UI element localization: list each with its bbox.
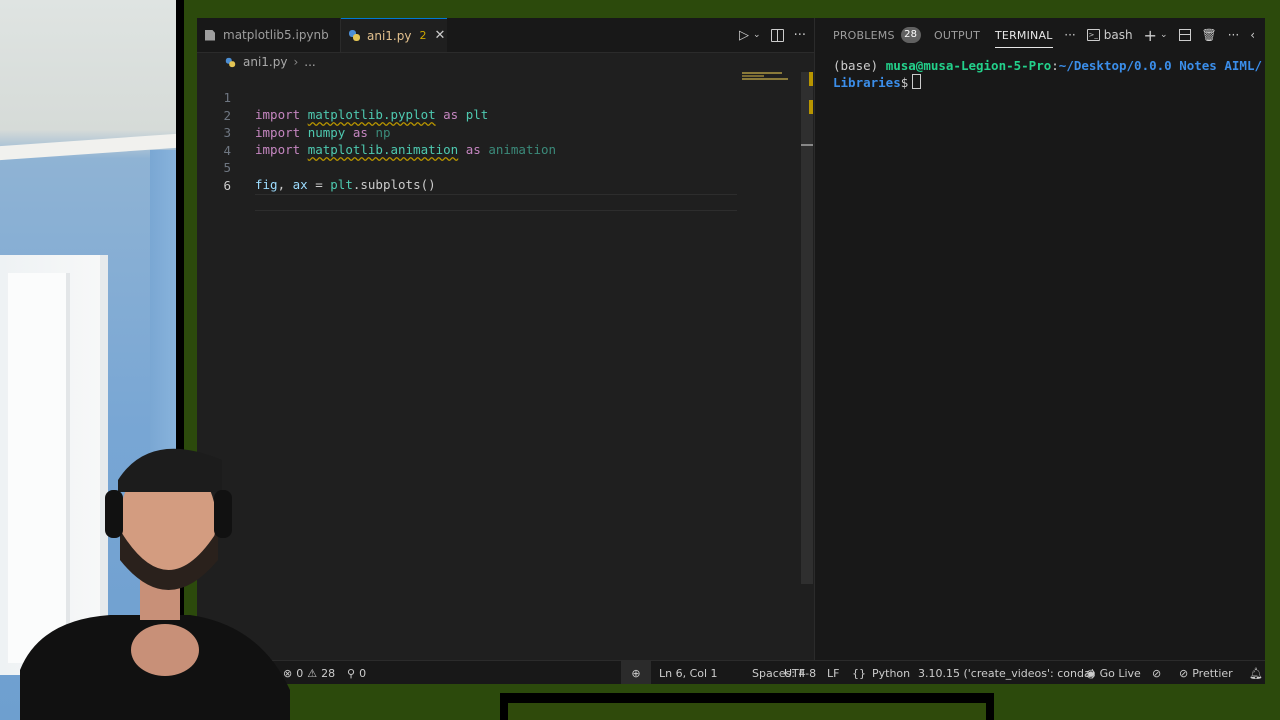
eol-status[interactable]: LF xyxy=(827,661,839,684)
bell-icon: 🔔︎ xyxy=(1249,666,1263,680)
antenna-icon: ⚲ xyxy=(347,666,356,680)
go-live-button[interactable]: ◉ Go Live xyxy=(1086,661,1141,684)
zoom-status[interactable]: ⊕ xyxy=(621,661,651,684)
tab-label: OUTPUT xyxy=(934,28,981,42)
tab-matplotlib5-ipynb[interactable]: matplotlib5.ipynb xyxy=(197,18,341,52)
code-line-current: 6 xyxy=(197,160,757,211)
zoom-icon: ⊕ xyxy=(631,666,641,680)
shell-name: bash xyxy=(1103,28,1133,42)
terminal-cursor xyxy=(912,74,922,89)
tab-problems[interactable]: PROBLEMS 28 xyxy=(833,18,921,52)
terminal-line: Libraries$ xyxy=(833,74,1263,91)
run-icon[interactable]: ▷ xyxy=(739,28,749,43)
tab-terminal[interactable]: TERMINAL xyxy=(995,18,1053,52)
separator: : xyxy=(1051,58,1059,73)
breadcrumb-more[interactable]: ... xyxy=(304,55,315,69)
prettier-status[interactable]: ⊘ Prettier xyxy=(1179,661,1233,684)
python-file-icon xyxy=(225,57,236,67)
scrollbar-warning-mark xyxy=(809,72,813,86)
breadcrumb-separator-icon: › xyxy=(293,55,299,69)
tab-ani1-py[interactable]: ani1.py 2 ✕ xyxy=(341,18,447,52)
code-line: 1 import matplotlib.pyplot as plt xyxy=(197,72,757,122)
editor-tabbar: matplotlib5.ipynb ani1.py 2 ✕ ▷ ⌄ ··· xyxy=(197,18,814,53)
code-line: 5 fig, ax = plt.subplots() xyxy=(197,142,757,192)
plus-icon[interactable]: + xyxy=(1144,26,1157,45)
terminal-output[interactable]: (base) musa@musa-Legion-5-Pro:~/Desktop/… xyxy=(833,58,1263,91)
warning-count: 28 xyxy=(321,666,336,680)
python-file-icon xyxy=(349,30,360,41)
split-terminal-icon[interactable] xyxy=(1178,29,1191,41)
punctuation: , xyxy=(277,177,293,192)
language-label: Python xyxy=(872,666,911,680)
minimap[interactable] xyxy=(742,72,802,86)
chevron-down-icon[interactable]: ⌄ xyxy=(1160,30,1168,40)
module-alias: plt xyxy=(330,177,353,192)
go-live-label: Go Live xyxy=(1099,666,1141,680)
cursor-position[interactable]: Ln 6, Col 1 xyxy=(659,661,718,684)
python-interpreter[interactable]: 3.10.15 ('create_videos': conda) xyxy=(918,661,1095,684)
variable-ax: ax xyxy=(292,177,308,192)
prettier-icon: ⊘ xyxy=(1179,666,1189,680)
monitor-stand-inner xyxy=(508,703,986,720)
more-actions-icon[interactable]: ··· xyxy=(794,28,806,43)
problems-count-badge: 28 xyxy=(900,27,921,43)
scrollbar-warning-mark xyxy=(809,100,813,114)
panel-actions: ··· >_ bash + ⌄ 🗑 ··· ‹ xyxy=(1064,18,1255,52)
terminal-line: (base) musa@musa-Legion-5-Pro:~/Desktop/… xyxy=(833,58,1263,74)
notifications-bell[interactable]: 🔔︎ xyxy=(1249,661,1263,684)
trash-icon[interactable]: 🗑 xyxy=(1202,28,1217,42)
function-call: .subplots() xyxy=(352,177,436,192)
line-number: 6 xyxy=(223,177,231,193)
more-actions-icon[interactable]: ··· xyxy=(1228,28,1239,42)
notebook-file-icon xyxy=(205,29,215,41)
tab-label: matplotlib5.ipynb xyxy=(223,28,329,42)
conda-env: (base) xyxy=(833,58,886,73)
vertical-scrollbar[interactable] xyxy=(801,72,813,584)
language-mode[interactable]: {} Python xyxy=(852,661,910,684)
tab-label: TERMINAL xyxy=(995,28,1053,42)
prompt-symbol: $ xyxy=(900,75,909,90)
presenter-webcam xyxy=(20,448,290,720)
operator-assign: = xyxy=(307,177,331,192)
terminal-panel: PROBLEMS 28 OUTPUT TERMINAL ··· >_ bash … xyxy=(815,18,1265,660)
user-host: musa@musa-Legion-5-Pro xyxy=(885,58,1052,73)
tab-problem-count: 2 xyxy=(419,29,427,42)
copilot-status[interactable]: ⊘ xyxy=(1152,661,1161,684)
split-editor-icon[interactable] xyxy=(770,28,784,42)
code-line: 4 xyxy=(197,125,757,158)
tab-output[interactable]: OUTPUT xyxy=(934,18,980,52)
variable-fig: fig xyxy=(255,177,278,192)
ports-status[interactable]: ⚲ 0 xyxy=(347,661,366,684)
editor-actions: ▷ ⌄ ··· xyxy=(739,18,806,52)
terminal-icon: >_ xyxy=(1086,29,1100,41)
encoding-status[interactable]: UTF-8 xyxy=(784,661,816,684)
close-icon[interactable]: ✕ xyxy=(434,28,445,43)
vscode-window: matplotlib5.ipynb ani1.py 2 ✕ ▷ ⌄ ··· an… xyxy=(197,18,1265,684)
eye-slash-icon: ⊘ xyxy=(1152,666,1162,680)
cwd-path: ~/Desktop/0.0.0 Notes AIML/ xyxy=(1058,58,1262,73)
ports-count: 0 xyxy=(359,666,367,680)
panel-tabbar: PROBLEMS 28 OUTPUT TERMINAL ··· >_ bash … xyxy=(815,18,1265,52)
code-line: 2 import numpy as np xyxy=(197,90,757,140)
cwd-path-cont: Libraries xyxy=(833,75,901,90)
more-tabs-icon[interactable]: ··· xyxy=(1064,28,1075,42)
status-bar: ⊗ 0 ⚠ 28 ⚲ 0 ⊕ Ln 6, Col 1 Spaces: 4 UTF… xyxy=(197,660,1265,684)
braces-icon: {} xyxy=(852,666,866,680)
breadcrumb-file[interactable]: ani1.py xyxy=(243,55,287,69)
code-line: 3 import matplotlib.animation as animati… xyxy=(197,107,757,157)
prettier-label: Prettier xyxy=(1192,666,1233,680)
terminal-selector[interactable]: >_ bash xyxy=(1086,28,1133,42)
warning-icon: ⚠ xyxy=(307,666,318,680)
scrollbar-cursor-mark xyxy=(801,144,813,146)
broadcast-icon: ◉ xyxy=(1086,666,1096,680)
chevron-down-icon[interactable]: ⌄ xyxy=(753,30,761,40)
current-line-highlight xyxy=(255,193,737,211)
breadcrumb: ani1.py › ... xyxy=(225,52,316,72)
tab-label: ani1.py xyxy=(367,28,412,43)
chevron-left-icon[interactable]: ‹ xyxy=(1250,28,1255,42)
tab-label: PROBLEMS xyxy=(833,28,895,42)
